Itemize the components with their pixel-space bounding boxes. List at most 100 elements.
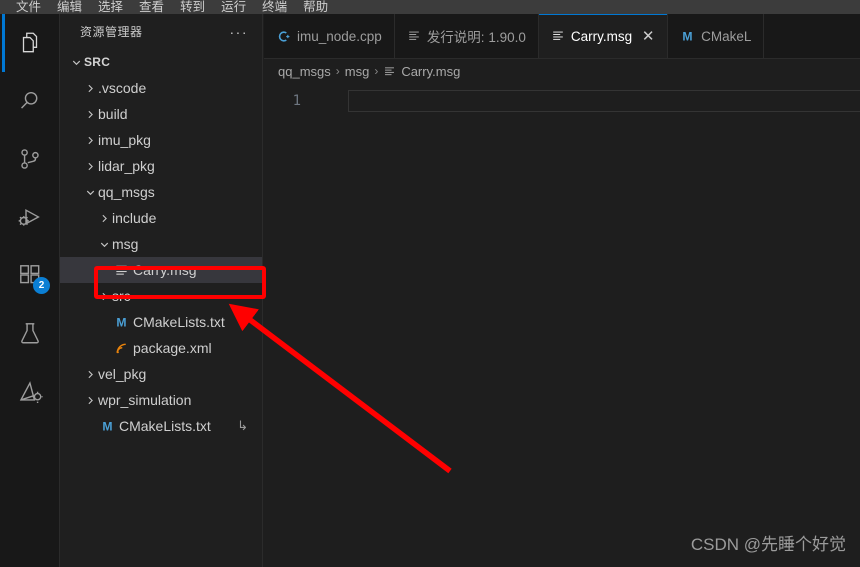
chevron-right-icon[interactable]	[96, 288, 112, 304]
tree-item-src-folder[interactable]: src	[60, 283, 262, 309]
tree-item-imu-pkg[interactable]: imu_pkg	[60, 127, 262, 153]
editor-group: imu_node.cpp 发行说明: 1.90.0 Carry.msg ✕ M …	[264, 14, 860, 567]
tree-item-label: CMakeLists.txt	[133, 314, 225, 330]
chevron-down-icon[interactable]	[96, 236, 112, 252]
tree-item-package-xml[interactable]: package.xml	[60, 335, 262, 361]
svg-text:M: M	[102, 419, 112, 433]
tree-item-src[interactable]: SRC	[60, 49, 262, 75]
chevron-right-icon[interactable]	[96, 210, 112, 226]
activitybar-item-explorer[interactable]	[0, 14, 60, 72]
tree-item-carry-msg[interactable]: Carry.msg	[60, 257, 262, 283]
chevron-right-icon[interactable]	[82, 80, 98, 96]
activitybar-item-ros[interactable]	[0, 362, 60, 420]
tree-item-msg[interactable]: msg	[60, 231, 262, 257]
breadcrumb-item-msg[interactable]: msg	[345, 64, 370, 79]
tab-carry-msg[interactable]: Carry.msg ✕	[538, 14, 669, 58]
chevron-down-icon[interactable]	[82, 184, 98, 200]
explorer-title: 资源管理器	[80, 25, 143, 39]
tree-item-wpr-simulation[interactable]: wpr_simulation	[60, 387, 262, 413]
menu-item-help[interactable]: 帮助	[295, 0, 336, 14]
activitybar-item-source-control[interactable]	[0, 130, 60, 188]
run-debug-icon	[17, 204, 44, 231]
files-icon	[17, 30, 43, 56]
tab-cmakelists[interactable]: M CMakeL	[668, 14, 765, 58]
activitybar-item-extensions[interactable]: 2	[0, 246, 60, 304]
chevron-right-icon[interactable]	[82, 158, 98, 174]
close-icon[interactable]: ✕	[641, 29, 655, 44]
tree-item-label: build	[98, 106, 128, 122]
breadcrumb-item-qq-msgs[interactable]: qq_msgs	[278, 64, 331, 79]
menu-item-view[interactable]: 查看	[131, 0, 172, 14]
menu-item-goto[interactable]: 转到	[172, 0, 213, 14]
chevron-right-icon[interactable]	[82, 106, 98, 122]
tab-label: 发行说明: 1.90.0	[426, 30, 526, 45]
menu-item-file[interactable]: 文件	[8, 0, 49, 14]
tree-item-include[interactable]: include	[60, 205, 262, 231]
breadcrumb-separator: ›	[374, 64, 379, 78]
svg-text:M: M	[683, 29, 693, 43]
tree-item-label: vel_pkg	[98, 366, 147, 382]
svg-text:M: M	[116, 315, 126, 329]
cpp-icon	[276, 29, 291, 44]
tree-item-label: package.xml	[133, 340, 212, 356]
tree-item-label: CMakeLists.txt	[119, 418, 211, 434]
tree-item-cmakelists-root[interactable]: M CMakeLists.txt ↳	[60, 413, 262, 439]
file-tree: SRC .vscode build imu_pkg lidar_pkg qq_m…	[60, 49, 262, 439]
line-number: 1	[292, 93, 301, 109]
ros-icon	[17, 378, 44, 405]
menu-item-terminal[interactable]: 终端	[254, 0, 295, 14]
chevron-right-icon[interactable]	[82, 366, 98, 382]
code-editor[interactable]: 1	[264, 83, 860, 567]
tab-imu-node-cpp[interactable]: imu_node.cpp	[264, 14, 395, 58]
cmake-icon: M	[112, 315, 130, 330]
tab-release-notes[interactable]: 发行说明: 1.90.0	[394, 14, 539, 58]
tree-item-vel-pkg[interactable]: vel_pkg	[60, 361, 262, 387]
source-control-icon	[17, 146, 43, 172]
tree-item-cmakelists-pkg[interactable]: M CMakeLists.txt	[60, 309, 262, 335]
explorer-header: 资源管理器 ···	[60, 14, 262, 49]
search-icon	[17, 88, 43, 114]
explorer-sidebar: 资源管理器 ··· SRC .vscode build imu_pkg lida…	[60, 14, 263, 567]
activitybar-item-run-and-debug[interactable]	[0, 188, 60, 246]
tree-item-build[interactable]: build	[60, 101, 262, 127]
tree-item-label: SRC	[84, 55, 111, 69]
tree-item-qq-msgs[interactable]: qq_msgs	[60, 179, 262, 205]
activitybar-item-testing[interactable]	[0, 304, 60, 362]
beaker-icon	[17, 320, 43, 346]
chevron-right-icon[interactable]	[82, 132, 98, 148]
tree-item-label: msg	[112, 236, 139, 252]
msg-file-icon	[407, 29, 421, 43]
tree-item-label: imu_pkg	[98, 132, 151, 148]
msg-file-icon	[112, 263, 130, 278]
breadcrumb-separator: ›	[335, 64, 340, 78]
tree-item-label: lidar_pkg	[98, 158, 155, 174]
code-line: 1	[264, 90, 860, 112]
menu-item-select[interactable]: 选择	[90, 0, 131, 14]
watermark: CSDN @先睡个好觉	[690, 535, 846, 554]
tree-item-label: wpr_simulation	[98, 392, 192, 408]
tree-item-label: src	[112, 288, 131, 304]
tab-label: imu_node.cpp	[297, 28, 382, 44]
tree-item-label: include	[112, 210, 157, 226]
xml-icon	[112, 341, 130, 356]
vscode-window: 文件 编辑 选择 查看 转到 运行 终端 帮助 2 资源管理器 ··· SRC …	[0, 0, 860, 567]
chevron-down-icon[interactable]	[68, 54, 84, 70]
activity-bar: 2	[0, 14, 60, 567]
tree-item-lidar-pkg[interactable]: lidar_pkg	[60, 153, 262, 179]
tab-label: Carry.msg	[570, 28, 633, 44]
menu-bar: 文件 编辑 选择 查看 转到 运行 终端 帮助	[0, 0, 860, 14]
breadcrumb-item-carry-msg[interactable]: Carry.msg	[401, 64, 460, 79]
msg-file-icon	[383, 65, 396, 78]
menu-item-run[interactable]: 运行	[213, 0, 254, 14]
menu-item-edit[interactable]: 编辑	[49, 0, 90, 14]
activitybar-item-search[interactable]	[0, 72, 60, 130]
breadcrumb: qq_msgs › msg › Carry.msg	[264, 59, 860, 83]
tree-item-label: Carry.msg	[133, 262, 197, 278]
tree-item-label: qq_msgs	[98, 184, 155, 200]
more-actions-icon[interactable]: ···	[230, 24, 253, 40]
tab-label: CMakeL	[701, 28, 752, 44]
editor-tab-bar: imu_node.cpp 发行说明: 1.90.0 Carry.msg ✕ M …	[264, 14, 860, 59]
chevron-right-icon[interactable]	[82, 392, 98, 408]
tree-item-vscode[interactable]: .vscode	[60, 75, 262, 101]
cmake-icon: M	[680, 29, 695, 44]
